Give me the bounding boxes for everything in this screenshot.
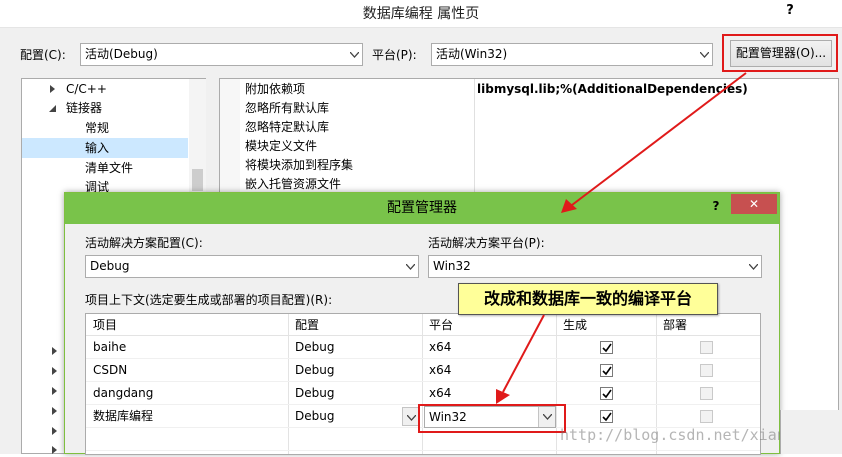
- table-row[interactable]: CSDN Debug x64: [86, 359, 760, 382]
- project-name: baihe: [93, 340, 127, 354]
- annotation-text: 改成和数据库一致的编译平台: [483, 289, 692, 308]
- chevron-down-icon: [402, 256, 418, 277]
- tree-expander-collapsed-icon[interactable]: [52, 424, 58, 438]
- dialog-help-button[interactable]: ?: [707, 197, 725, 215]
- tree-expander-collapsed-icon[interactable]: [52, 443, 58, 457]
- tree-scrollbar-thumb[interactable]: [192, 169, 203, 191]
- property-row[interactable]: 附加依赖项 libmysql.lib;%(AdditionalDependenc…: [239, 80, 838, 99]
- highlight-config-manager-button: [722, 34, 838, 72]
- highlight-row-platform: [418, 404, 566, 433]
- column-header-build[interactable]: 生成: [563, 314, 587, 336]
- chevron-down-icon: [696, 44, 712, 65]
- grid-header: 项目 配置 平台 生成 部署: [86, 314, 760, 336]
- project-name: 数据库编程: [93, 409, 154, 423]
- title-bar: 数据库编程 属性页 ?: [0, 0, 842, 28]
- dialog-close-button[interactable]: ✕: [731, 194, 777, 214]
- dialog-title-bar: 配置管理器 ? ✕: [65, 193, 779, 224]
- active-config-label: 活动解决方案配置(C):: [85, 236, 203, 250]
- deploy-checkbox: [700, 387, 713, 400]
- deploy-checkbox: [700, 341, 713, 354]
- property-name: 忽略特定默认库: [245, 120, 330, 134]
- tree-item-general[interactable]: 常规: [85, 118, 109, 138]
- active-platform-label: 活动解决方案平台(P):: [428, 236, 545, 250]
- property-name: 忽略所有默认库: [245, 101, 330, 115]
- build-checkbox[interactable]: [600, 341, 613, 354]
- property-row[interactable]: 忽略所有默认库: [239, 99, 838, 118]
- tree-item-manifest[interactable]: 清单文件: [85, 158, 133, 178]
- tree-item-linker[interactable]: 链接器: [66, 98, 102, 118]
- project-platform[interactable]: x64: [429, 336, 451, 359]
- annotation-callout: 改成和数据库一致的编译平台: [458, 283, 718, 315]
- config-select[interactable]: 活动(Debug): [80, 43, 363, 66]
- project-config[interactable]: Debug: [295, 382, 334, 405]
- tree-expander-collapsed-icon[interactable]: [52, 344, 58, 358]
- help-button[interactable]: ?: [780, 0, 800, 22]
- project-config[interactable]: Debug: [295, 336, 334, 359]
- window-title: 数据库编程 属性页: [362, 6, 480, 22]
- column-header-config[interactable]: 配置: [295, 314, 319, 336]
- config-select-value: 活动(Debug): [85, 47, 158, 61]
- property-value: libmysql.lib;%(AdditionalDependencies): [477, 82, 748, 96]
- active-config-select[interactable]: Debug: [85, 255, 419, 278]
- property-name: 将模块添加到程序集: [245, 158, 354, 172]
- build-checkbox[interactable]: [600, 364, 613, 377]
- column-header-project[interactable]: 项目: [93, 314, 117, 336]
- platform-select[interactable]: 活动(Win32): [431, 43, 713, 66]
- config-label: 配置(C):: [20, 48, 66, 62]
- right-edge: [780, 410, 842, 454]
- property-row[interactable]: 模块定义文件: [239, 137, 838, 156]
- project-context-label: 项目上下文(选定要生成或部署的项目配置)(R):: [85, 293, 333, 307]
- property-row[interactable]: 将模块添加到程序集: [239, 156, 838, 175]
- project-name: CSDN: [93, 363, 128, 377]
- deploy-checkbox: [700, 410, 713, 423]
- build-checkbox[interactable]: [600, 410, 613, 423]
- tree-expander-collapsed-icon[interactable]: [52, 364, 58, 378]
- project-platform[interactable]: x64: [429, 382, 451, 405]
- tree-item-input[interactable]: 输入: [85, 138, 109, 158]
- column-header-deploy[interactable]: 部署: [663, 314, 687, 336]
- tree-expander-collapsed-icon[interactable]: [52, 384, 58, 398]
- project-config[interactable]: Debug: [295, 405, 334, 428]
- column-header-platform[interactable]: 平台: [429, 314, 453, 336]
- chevron-down-icon: [346, 44, 362, 65]
- tree-expander-collapsed-icon[interactable]: [52, 404, 58, 418]
- table-row[interactable]: baihe Debug x64: [86, 336, 760, 359]
- chevron-down-icon: [406, 410, 416, 424]
- tree-expander-expanded-icon[interactable]: [49, 98, 56, 118]
- table-row[interactable]: dangdang Debug x64: [86, 382, 760, 405]
- build-checkbox[interactable]: [600, 387, 613, 400]
- deploy-checkbox: [700, 364, 713, 377]
- platform-label: 平台(P):: [372, 48, 417, 62]
- property-name: 模块定义文件: [245, 139, 318, 153]
- project-platform[interactable]: x64: [429, 359, 451, 382]
- project-name: dangdang: [93, 386, 154, 400]
- project-config[interactable]: Debug: [295, 359, 334, 382]
- active-config-value: Debug: [90, 259, 130, 273]
- platform-select-value: 活动(Win32): [436, 47, 508, 61]
- tree-expander-collapsed-icon[interactable]: [50, 79, 56, 99]
- property-row[interactable]: 忽略特定默认库: [239, 118, 838, 137]
- active-platform-value: Win32: [433, 259, 471, 273]
- dialog-title: 配置管理器: [387, 200, 457, 216]
- close-icon: ✕: [748, 197, 760, 211]
- tree-item-cpp[interactable]: C/C++: [66, 79, 107, 99]
- chevron-down-icon: [745, 256, 761, 277]
- watermark: http://blog.csdn.net/xiang81: [560, 426, 813, 444]
- active-platform-select[interactable]: Win32: [428, 255, 762, 278]
- property-name: 附加依赖项: [245, 82, 306, 96]
